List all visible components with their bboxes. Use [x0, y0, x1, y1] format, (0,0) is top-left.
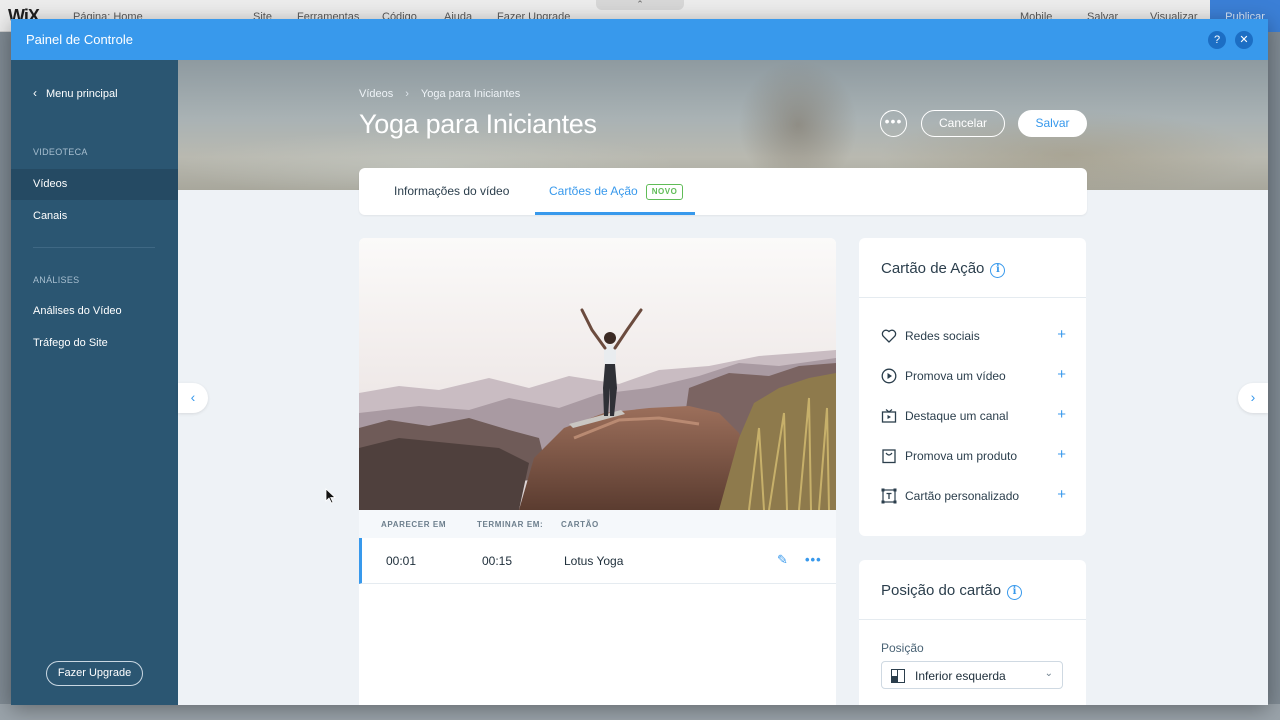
breadcrumb: Vídeos › Yoga para Iniciantes [359, 88, 520, 100]
sidebar-item-video-analytics[interactable]: Análises do Vídeo [11, 296, 178, 327]
section-title-videoteca: VIDEOTECA [33, 147, 88, 157]
action-card-title: Cartão de Ação i [881, 260, 1006, 278]
sidebar-divider [33, 247, 155, 248]
text-frame-icon [881, 488, 897, 504]
help-button[interactable]: ? [1208, 31, 1226, 49]
back-link-label: Menu principal [46, 88, 118, 100]
action-item-label: Cartão personalizado [905, 489, 1020, 503]
position-title-text: Posição do cartão [881, 582, 1002, 599]
sidebar-item-channels[interactable]: Canais [11, 201, 178, 232]
previous-video-button[interactable]: ‹ [178, 383, 208, 413]
plus-icon[interactable]: + [1057, 406, 1066, 423]
close-button[interactable]: ✕ [1235, 31, 1253, 49]
position-title: Posição do cartão i [881, 582, 1023, 600]
action-item-feature-channel[interactable]: Destaque um canal + [881, 405, 1066, 429]
video-card: APARECER EM TERMINAR EM: CARTÃO 00:01 00… [359, 238, 836, 705]
action-item-promote-video[interactable]: Promova um vídeo + [881, 365, 1066, 389]
tab-bar: Informações do vídeo Cartões de Ação NOVO [359, 168, 1087, 215]
action-item-label: Promova um vídeo [905, 369, 1006, 383]
plus-icon[interactable]: + [1057, 486, 1066, 503]
panel-divider [859, 297, 1086, 298]
chevron-down-icon: ⌄ [1044, 668, 1053, 679]
save-button[interactable]: Salvar [1018, 110, 1087, 137]
tab-action-cards[interactable]: Cartões de Ação NOVO [535, 168, 695, 215]
more-actions-button[interactable]: ••• [880, 110, 907, 137]
panel-divider [859, 619, 1086, 620]
editor-bottom-ruler [0, 704, 1280, 720]
column-card: CARTÃO [561, 520, 599, 529]
position-dropdown-value: Inferior esquerda [915, 669, 1006, 683]
shopping-bag-icon [882, 449, 896, 464]
plus-icon[interactable]: + [1057, 326, 1066, 343]
cell-end-time: 00:15 [482, 554, 513, 568]
sidebar-item-site-traffic[interactable]: Tráfego do Site [11, 328, 178, 359]
row-more-icon[interactable]: ••• [805, 552, 822, 567]
breadcrumb-current: Yoga para Iniciantes [420, 88, 521, 100]
editor-collapse-handle[interactable]: ⌃ [596, 0, 684, 10]
action-item-promote-product[interactable]: Promova um produto + [881, 445, 1066, 469]
modal-header: Painel de Controle ? ✕ [11, 19, 1268, 60]
action-item-label: Destaque um canal [905, 409, 1009, 423]
cell-card-name: Lotus Yoga [564, 554, 624, 568]
plus-icon[interactable]: + [1057, 446, 1066, 463]
info-icon[interactable]: i [990, 263, 1006, 278]
action-item-label: Redes sociais [905, 329, 980, 343]
position-dropdown[interactable]: Inferior esquerda ⌄ [881, 661, 1063, 689]
modal-title: Painel de Controle [26, 32, 133, 47]
table-row[interactable]: 00:01 00:15 Lotus Yoga ✎ ••• [359, 538, 836, 584]
back-to-main-menu[interactable]: ‹ Menu principal [33, 86, 118, 100]
breadcrumb-separator-icon: › [405, 88, 409, 100]
tab-action-cards-label: Cartões de Ação [549, 184, 638, 198]
action-item-social[interactable]: Redes sociais + [881, 325, 1066, 349]
position-bottom-left-icon [891, 669, 905, 683]
column-end-at: TERMINAR EM: [477, 520, 544, 529]
chevron-left-icon: ‹ [33, 86, 37, 100]
upgrade-button[interactable]: Fazer Upgrade [46, 661, 143, 686]
new-badge: NOVO [645, 183, 684, 200]
edit-pencil-icon[interactable]: ✎ [777, 552, 788, 568]
next-video-button[interactable]: › [1238, 383, 1268, 413]
tv-channel-icon [881, 409, 897, 423]
action-item-custom-card[interactable]: Cartão personalizado + [881, 485, 1066, 509]
position-field-label: Posição [881, 641, 924, 655]
action-item-label: Promova um produto [905, 449, 1018, 463]
section-title-analytics: ANÁLISES [33, 275, 80, 285]
page-title: Yoga para Iniciantes [359, 109, 597, 139]
mouse-cursor-icon [325, 488, 337, 504]
card-position-panel: Posição do cartão i Posição Inferior esqu… [859, 560, 1086, 705]
main-content: Vídeos › Yoga para Iniciantes Yoga para In… [178, 60, 1268, 705]
tab-video-info[interactable]: Informações do vídeo [394, 168, 509, 215]
heart-icon [881, 329, 897, 343]
column-appear-at: APARECER EM [381, 520, 447, 529]
sidebar: ‹ Menu principal VIDEOTECA Vídeos Canais … [11, 60, 178, 705]
action-card-panel: Cartão de Ação i Redes sociais + Promova … [859, 238, 1086, 536]
dashboard-modal: Painel de Controle ? ✕ ‹ Menu principal V… [11, 19, 1268, 705]
video-thumbnail[interactable] [359, 238, 836, 510]
plus-icon[interactable]: + [1057, 366, 1066, 383]
sidebar-item-videos[interactable]: Vídeos [11, 169, 178, 200]
breadcrumb-videos[interactable]: Vídeos [359, 88, 393, 100]
info-icon[interactable]: i [1007, 585, 1023, 600]
play-circle-icon [881, 368, 897, 384]
action-card-title-text: Cartão de Ação [881, 260, 985, 277]
cell-start-time: 00:01 [386, 554, 417, 568]
cancel-button[interactable]: Cancelar [921, 110, 1005, 137]
cards-table-header: APARECER EM TERMINAR EM: CARTÃO [359, 510, 836, 538]
